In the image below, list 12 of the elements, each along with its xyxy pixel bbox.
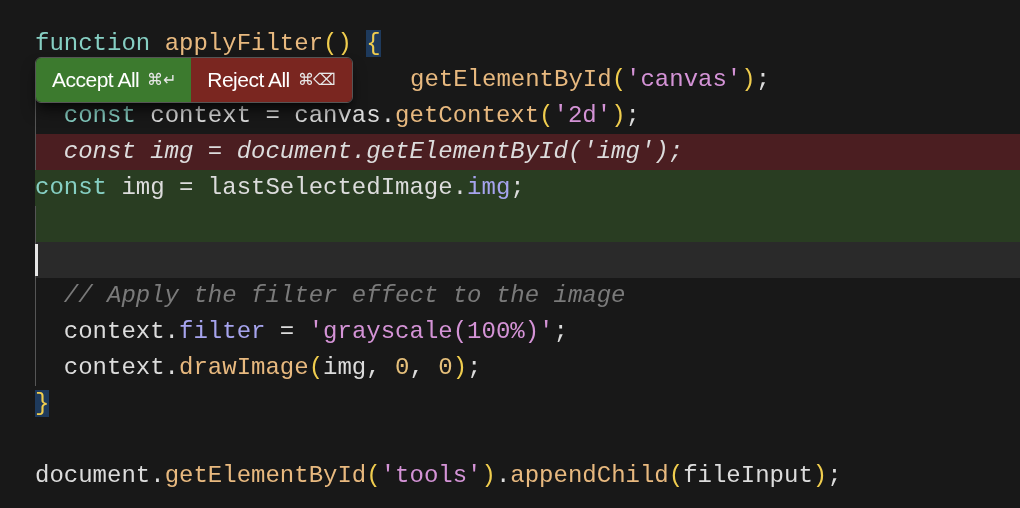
code-line: const img = document.getElementById('img'); bbox=[62, 137, 684, 167]
code-line: function applyFilter() { bbox=[35, 29, 381, 59]
text-cursor bbox=[35, 244, 38, 276]
code-line: const img = lastSelectedImage.img; bbox=[35, 173, 525, 203]
accept-all-button[interactable]: Accept All ⌘↵ bbox=[36, 58, 192, 102]
code-line: context.filter = 'grayscale(100%)'; bbox=[62, 317, 568, 347]
code-line: context.drawImage(img, 0, 0); bbox=[62, 353, 482, 383]
code-line: getElementById('canvas'); bbox=[410, 65, 771, 95]
reject-all-button[interactable]: Reject All ⌘⌫ bbox=[191, 58, 352, 102]
code-line: const context = canvas.getContext('2d'); bbox=[62, 101, 640, 131]
code-line: document.getElementById('tools').appendChild(fileInput); bbox=[35, 461, 842, 491]
code-comment: // Apply the filter effect to the image bbox=[62, 281, 626, 311]
